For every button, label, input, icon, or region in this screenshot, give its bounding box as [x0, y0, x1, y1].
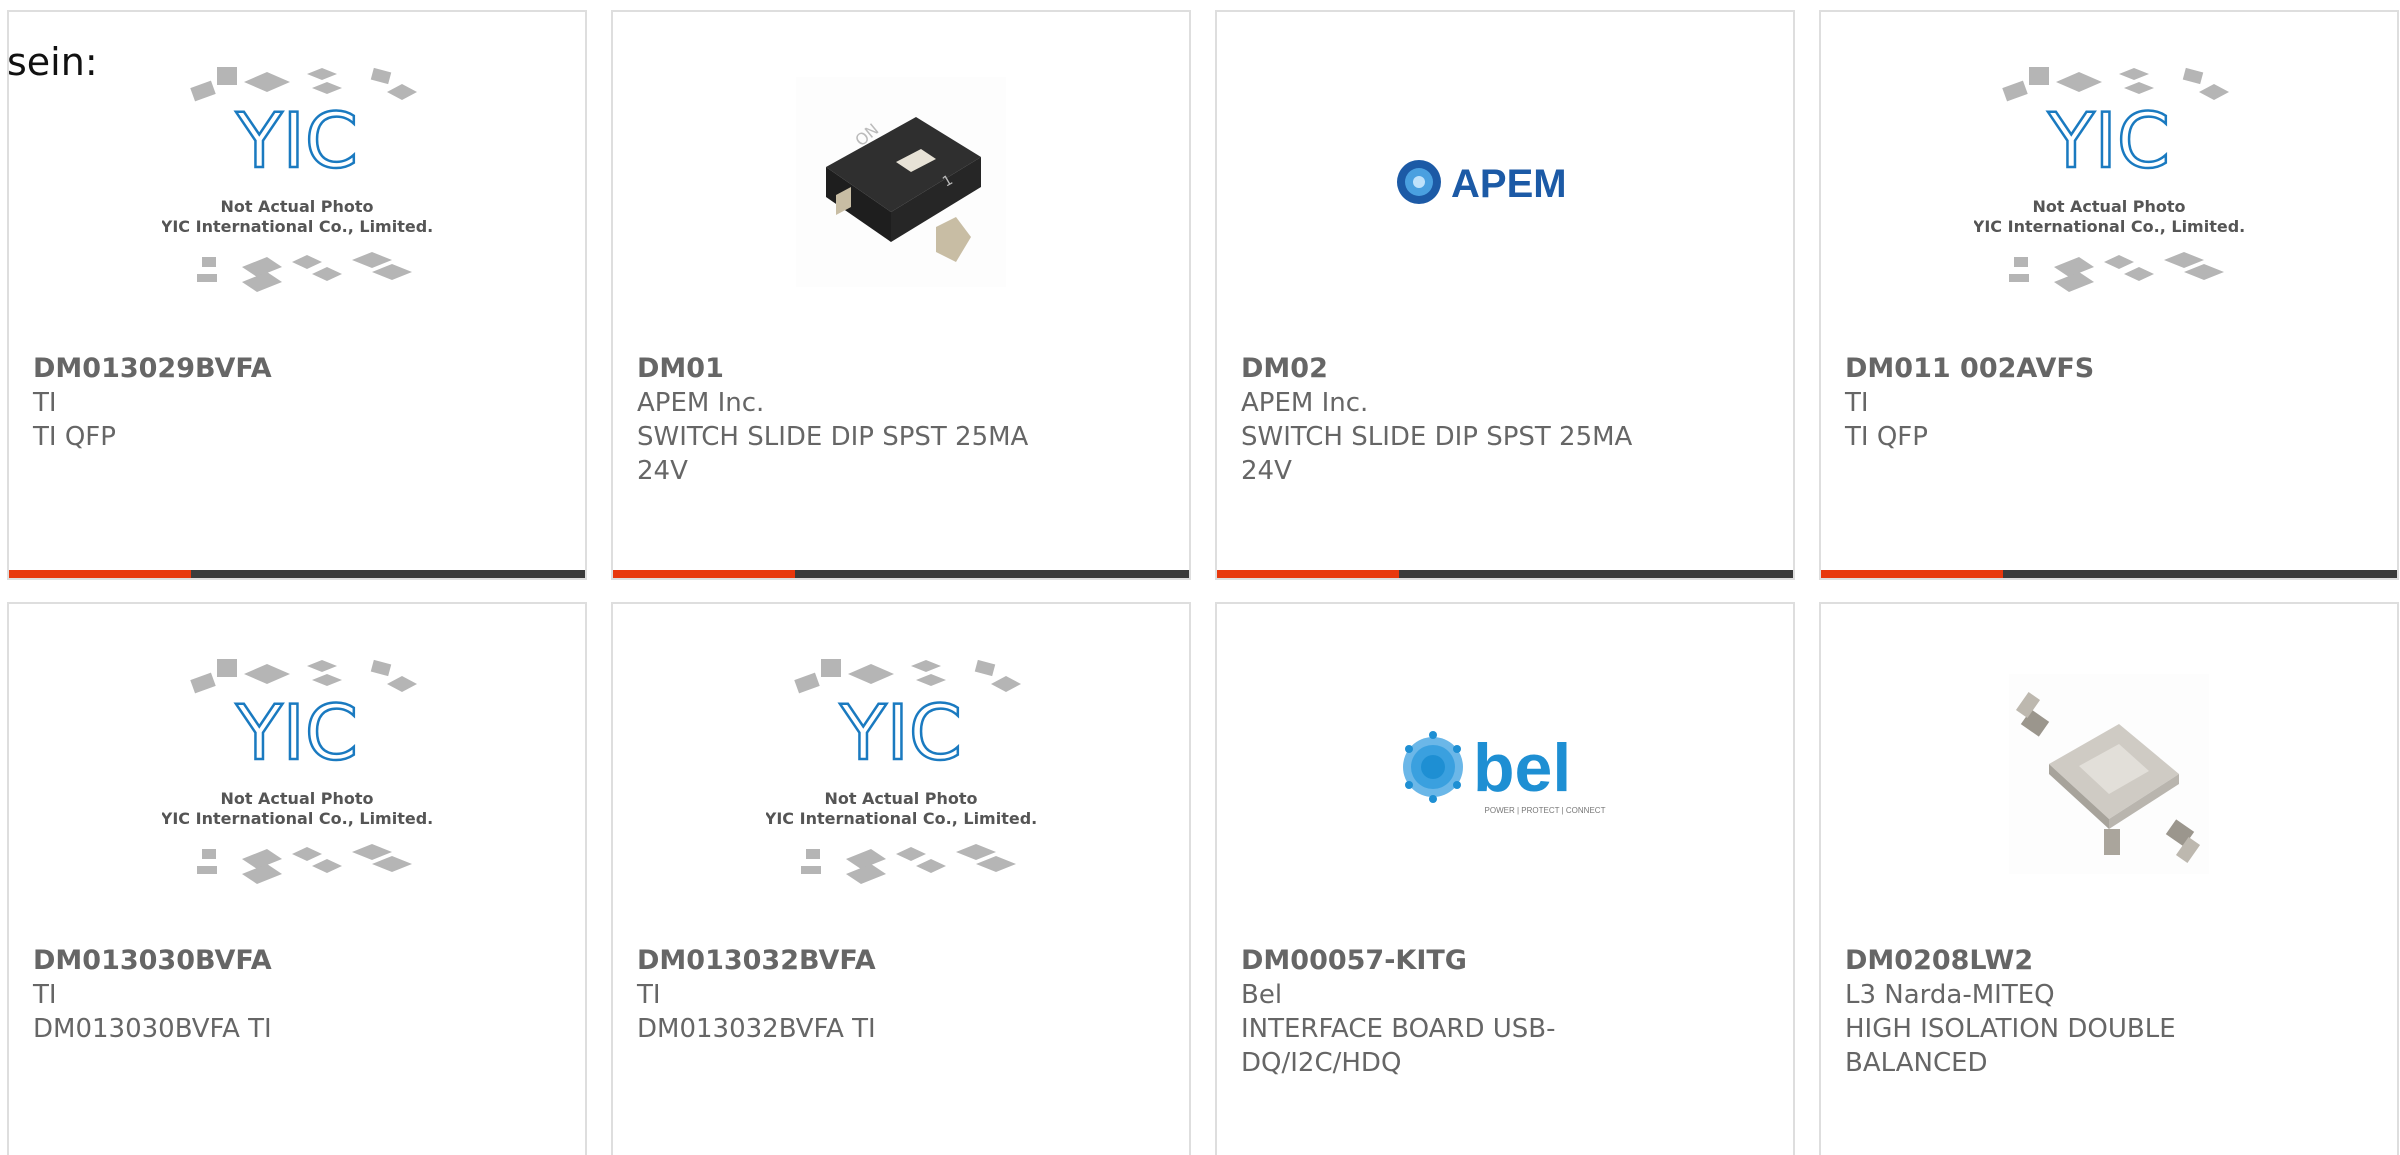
manufacturer: APEM Inc. — [1241, 388, 1369, 418]
svg-text:Not Actual Photo: Not Actual Photo — [2032, 197, 2185, 216]
svg-text:YIC International Co., Limited: YIC International Co., Limited. — [1974, 217, 2244, 236]
description-line-1: SWITCH SLIDE DIP SPST 25MA — [637, 422, 1029, 452]
manufacturer: L3 Narda-MITEQ — [1845, 980, 2055, 1010]
description-line-2: 24V — [637, 456, 688, 486]
part-number[interactable]: DM02 — [1241, 352, 1721, 386]
product-image[interactable] — [1821, 604, 2397, 944]
product-image[interactable]: ON 1 — [613, 12, 1189, 352]
product-info: DM02 APEM Inc. SWITCH SLIDE DIP SPST 25M… — [1241, 352, 1721, 488]
product-info: DM013032BVFA TI DM013032BVFA TI — [637, 944, 1117, 1046]
svg-text:bel: bel — [1473, 730, 1571, 806]
svg-text:YIC: YIC — [839, 688, 962, 777]
yic-placeholder-image: YIC Not Actual Photo YIC International C… — [162, 659, 432, 884]
card-accent — [1217, 570, 1399, 578]
product-card[interactable]: YIC Not Actual Photo YIC International C… — [1819, 10, 2399, 580]
svg-text:YIC International Co., Limited: YIC International Co., Limited. — [162, 809, 432, 828]
svg-text:APEM: APEM — [1451, 162, 1567, 206]
product-image[interactable]: YIC Not Actual Photo YIC International C… — [1821, 12, 2397, 352]
card-accent — [1821, 570, 2003, 578]
description-line-1: HIGH ISOLATION DOUBLE — [1845, 1014, 2176, 1044]
product-info: DM00057-KITG Bel INTERFACE BOARD USB- DQ… — [1241, 944, 1721, 1080]
manufacturer: TI — [33, 980, 57, 1010]
card-accent — [613, 570, 795, 578]
product-info: DM011 002AVFS TI TI QFP — [1845, 352, 2325, 454]
svg-text:Not Actual Photo: Not Actual Photo — [824, 789, 977, 808]
product-card[interactable]: DM0208LW2 L3 Narda-MITEQ HIGH ISOLATION … — [1819, 602, 2399, 1155]
description-line-1: INTERFACE BOARD USB- — [1241, 1014, 1556, 1044]
manufacturer: TI — [33, 388, 57, 418]
card-bottom-bar — [1821, 570, 2397, 578]
manufacturer: TI — [1845, 388, 1869, 418]
product-card[interactable]: ON 1 DM01 APEM Inc. SWITCH SLIDE DIP SPS… — [611, 10, 1191, 580]
manufacturer: APEM Inc. — [637, 388, 765, 418]
part-number[interactable]: DM00057-KITG — [1241, 944, 1721, 978]
part-number[interactable]: DM013030BVFA — [33, 944, 513, 978]
card-bottom-bar — [1217, 570, 1793, 578]
svg-text:YIC International Co., Limited: YIC International Co., Limited. — [162, 217, 432, 236]
product-grid: YIC Not Actual Photo YIC International C… — [7, 10, 2400, 1155]
description-line-2: DQ/I2C/HDQ — [1241, 1048, 1402, 1078]
description-line-2: BALANCED — [1845, 1048, 1988, 1078]
rf-mixer-photo — [2009, 674, 2209, 874]
description-line-1: SWITCH SLIDE DIP SPST 25MA — [1241, 422, 1633, 452]
yic-placeholder-image: YIC Not Actual Photo YIC International C… — [766, 659, 1036, 884]
yic-placeholder-image: YIC Not Actual Photo YIC International C… — [162, 67, 432, 292]
part-number[interactable]: DM013029BVFA — [33, 352, 513, 386]
product-info: DM01 APEM Inc. SWITCH SLIDE DIP SPST 25M… — [637, 352, 1117, 488]
part-number[interactable]: DM0208LW2 — [1845, 944, 2325, 978]
card-bottom-bar — [613, 570, 1189, 578]
product-info: DM013030BVFA TI DM013030BVFA TI — [33, 944, 513, 1046]
part-number[interactable]: DM011 002AVFS — [1845, 352, 2325, 386]
product-image[interactable]: YIC Not Actual Photo YIC International C… — [613, 604, 1189, 944]
part-number[interactable]: DM01 — [637, 352, 1117, 386]
product-card[interactable]: YIC Not Actual Photo YIC International C… — [611, 602, 1191, 1155]
product-card[interactable]: YIC Not Actual Photo YIC International C… — [7, 10, 587, 580]
manufacturer: Bel — [1241, 980, 1283, 1010]
manufacturer: TI — [637, 980, 661, 1010]
dip-switch-photo: ON 1 — [796, 77, 1006, 287]
description-line-1: DM013032BVFA TI — [637, 1014, 876, 1044]
card-bottom-bar — [9, 570, 585, 578]
svg-text:YIC: YIC — [235, 688, 358, 777]
svg-text:Not Actual Photo: Not Actual Photo — [220, 789, 373, 808]
bel-logo: bel POWER | PROTECT | CONNECT — [1403, 730, 1606, 815]
product-grid-page: sein: YIC Not Actual Photo YIC Internati… — [0, 0, 2400, 1155]
page-fragment-text: sein: — [7, 40, 98, 84]
apem-logo: APEM — [1397, 160, 1567, 206]
product-card[interactable]: APEM DM02 APEM Inc. SWITCH SLIDE DIP SPS… — [1215, 10, 1795, 580]
description-line-1: DM013030BVFA TI — [33, 1014, 272, 1044]
product-info: DM0208LW2 L3 Narda-MITEQ HIGH ISOLATION … — [1845, 944, 2325, 1080]
description-line-1: TI QFP — [1845, 422, 1928, 452]
product-card[interactable]: bel POWER | PROTECT | CONNECT DM00057-KI… — [1215, 602, 1795, 1155]
product-card[interactable]: YIC Not Actual Photo YIC International C… — [7, 602, 587, 1155]
svg-text:YIC: YIC — [235, 96, 358, 185]
yic-placeholder-image: YIC Not Actual Photo YIC International C… — [1974, 67, 2244, 292]
part-number[interactable]: DM013032BVFA — [637, 944, 1117, 978]
product-image[interactable]: bel POWER | PROTECT | CONNECT — [1217, 604, 1793, 944]
description-line-1: TI QFP — [33, 422, 116, 452]
card-accent — [9, 570, 191, 578]
svg-text:YIC International Co., Limited: YIC International Co., Limited. — [766, 809, 1036, 828]
svg-text:POWER | PROTECT | CONNECT: POWER | PROTECT | CONNECT — [1485, 806, 1606, 815]
product-image[interactable]: APEM — [1217, 12, 1793, 352]
description-line-2: 24V — [1241, 456, 1292, 486]
svg-text:YIC: YIC — [2047, 96, 2170, 185]
product-info: DM013029BVFA TI TI QFP — [33, 352, 513, 454]
svg-text:Not Actual Photo: Not Actual Photo — [220, 197, 373, 216]
product-image[interactable]: YIC Not Actual Photo YIC International C… — [9, 604, 585, 944]
